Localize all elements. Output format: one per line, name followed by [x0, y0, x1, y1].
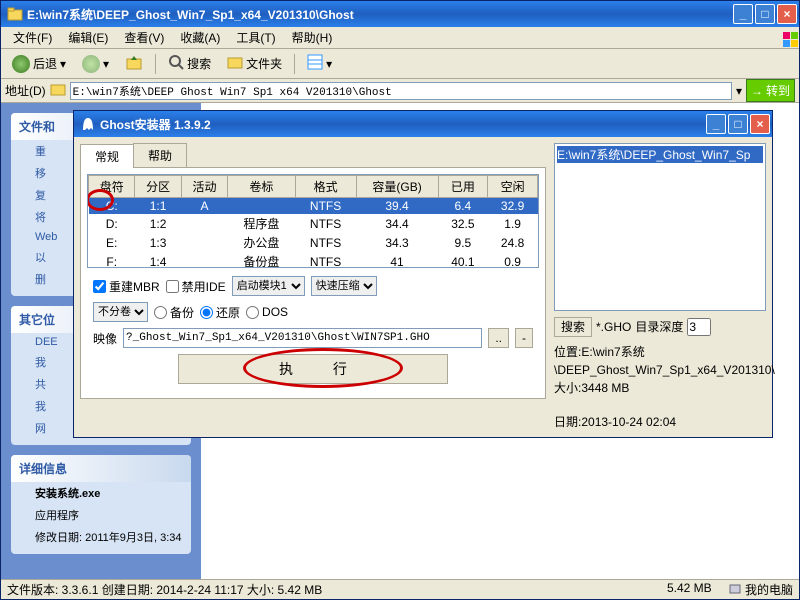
up-button[interactable]: [118, 49, 150, 78]
tab-help[interactable]: 帮助: [133, 143, 187, 167]
table-row[interactable]: F:1:4备份盘NTFS4140.10.9: [89, 252, 538, 268]
search-icon: [168, 54, 184, 73]
back-arrow-icon: [12, 55, 30, 73]
gho-info: 位置:E:\win7系统\DEEP_Ghost_Win7_Sp1_x64_V20…: [554, 343, 766, 432]
separator: [294, 54, 295, 74]
col-cap[interactable]: 容量(GB): [356, 176, 438, 198]
views-icon: [307, 54, 323, 73]
explorer-title: E:\win7系统\DEEP_Ghost_Win7_Sp1_x64_V20131…: [27, 6, 733, 23]
list-item[interactable]: E:\win7系统\DEEP_Ghost_Win7_Sp: [557, 146, 763, 163]
depth-label: 目录深度: [635, 318, 683, 335]
back-label: 后退: [33, 55, 57, 72]
windows-logo-icon: [771, 27, 795, 49]
disk-table[interactable]: 盘符 分区 活动 卷标 格式 容量(GB) 已用 空闲 C:1:1ANTFS39…: [88, 175, 538, 268]
ghost-titlebar[interactable]: Ghost安装器 1.3.9.2 _ □ ×: [74, 111, 772, 137]
ext-label: *.GHO: [596, 320, 631, 334]
col-part[interactable]: 分区: [135, 176, 181, 198]
back-button[interactable]: 后退 ▾: [5, 51, 73, 77]
col-drive[interactable]: 盘符: [89, 176, 135, 198]
folder-icon: [50, 81, 66, 100]
menu-view[interactable]: 查看(V): [116, 27, 172, 48]
ghost-minimize-button[interactable]: _: [706, 114, 726, 134]
select-boot-module[interactable]: 启动模块1: [232, 276, 305, 296]
folders-label: 文件夹: [246, 55, 282, 72]
minimize-button[interactable]: _: [733, 4, 753, 24]
forward-arrow-icon: [82, 55, 100, 73]
checkbox-disable-ide[interactable]: 禁用IDE: [166, 278, 226, 295]
search-gho-button[interactable]: 搜索: [554, 317, 592, 337]
ghost-tabs: 常规 帮助: [80, 143, 546, 168]
maximize-button[interactable]: □: [755, 4, 775, 24]
chevron-down-icon: ▾: [60, 57, 66, 71]
tab-normal[interactable]: 常规: [80, 144, 134, 168]
status-bar: 文件版本: 3.3.6.1 创建日期: 2014-2-24 11:17 大小: …: [1, 579, 799, 599]
close-button[interactable]: ×: [777, 4, 797, 24]
status-size: 5.42 MB: [667, 581, 712, 598]
radio-backup[interactable]: 备份: [154, 304, 194, 321]
menu-bar: 文件(F) 编辑(E) 查看(V) 收藏(A) 工具(T) 帮助(H): [1, 27, 799, 49]
chevron-down-icon[interactable]: ▾: [736, 84, 742, 98]
goto-label: 转到: [766, 82, 790, 99]
table-row[interactable]: E:1:3办公盘NTFS34.39.524.8: [89, 233, 538, 252]
col-format[interactable]: 格式: [295, 176, 356, 198]
ghost-close-button[interactable]: ×: [750, 114, 770, 134]
menu-help[interactable]: 帮助(H): [284, 27, 341, 48]
views-button[interactable]: ▾: [300, 50, 339, 77]
status-left: 文件版本: 3.3.6.1 创建日期: 2014-2-24 11:17 大小: …: [7, 581, 322, 598]
depth-input[interactable]: [687, 318, 711, 336]
detail-name: 安装系统.exe: [11, 482, 191, 504]
table-row[interactable]: C:1:1ANTFS39.46.432.9: [89, 198, 538, 215]
menu-file[interactable]: 文件(F): [5, 27, 60, 48]
select-compress[interactable]: 快速压缩: [311, 276, 377, 296]
details-header[interactable]: 详细信息: [11, 455, 191, 482]
col-active[interactable]: 活动: [181, 176, 227, 198]
detail-mod: 修改日期: 2011年9月3日, 3:34: [11, 526, 191, 548]
details-panel: 详细信息 安装系统.exe 应用程序 修改日期: 2011年9月3日, 3:34: [11, 455, 191, 554]
folder-icon: [227, 54, 243, 73]
explorer-titlebar[interactable]: E:\win7系统\DEEP_Ghost_Win7_Sp1_x64_V20131…: [1, 1, 799, 27]
folder-icon: [7, 6, 23, 22]
browse-button[interactable]: ..: [488, 328, 509, 348]
image-path-input[interactable]: [123, 328, 482, 348]
search-button[interactable]: 搜索: [161, 50, 218, 77]
goto-arrow-icon: →: [751, 84, 763, 98]
menu-edit[interactable]: 编辑(E): [60, 27, 116, 48]
col-free[interactable]: 空闲: [488, 176, 538, 198]
ghost-maximize-button[interactable]: □: [728, 114, 748, 134]
table-row[interactable]: D:1:2程序盘NTFS34.432.51.9: [89, 214, 538, 233]
chevron-down-icon: ▾: [103, 57, 109, 71]
col-label[interactable]: 卷标: [228, 176, 295, 198]
gho-list[interactable]: E:\win7系统\DEEP_Ghost_Win7_Sp: [554, 143, 766, 311]
folders-button[interactable]: 文件夹: [220, 50, 289, 77]
address-label: 地址(D): [5, 82, 46, 99]
status-location: 我的电脑: [728, 581, 793, 598]
col-used[interactable]: 已用: [438, 176, 488, 198]
chevron-down-icon: ▾: [326, 57, 332, 71]
checkbox-rebuild-mbr[interactable]: 重建MBR: [93, 278, 160, 295]
detail-type: 应用程序: [11, 504, 191, 526]
minus-button[interactable]: -: [515, 328, 533, 348]
select-split[interactable]: 不分卷: [93, 302, 148, 322]
ghost-title: Ghost安装器 1.3.9.2: [100, 116, 706, 133]
tab-content: 盘符 分区 活动 卷标 格式 容量(GB) 已用 空闲 C:1:1ANTFS39…: [80, 168, 546, 399]
radio-restore[interactable]: 还原: [200, 304, 240, 321]
address-bar: 地址(D) ▾ → 转到: [1, 79, 799, 103]
ghost-icon: [80, 116, 96, 132]
ghost-installer-dialog: Ghost安装器 1.3.9.2 _ □ × 常规 帮助 盘符 分区 活动: [73, 110, 773, 438]
search-label: 搜索: [187, 55, 211, 72]
forward-button[interactable]: ▾: [75, 51, 116, 77]
image-label: 映像: [93, 330, 117, 347]
radio-dos[interactable]: DOS: [246, 305, 288, 319]
execute-button[interactable]: 执 行: [178, 354, 448, 384]
address-input[interactable]: [70, 82, 732, 100]
separator: [155, 54, 156, 74]
menu-fav[interactable]: 收藏(A): [172, 27, 228, 48]
menu-tools[interactable]: 工具(T): [228, 27, 283, 48]
toolbar: 后退 ▾ ▾ 搜索 文件夹 ▾: [1, 49, 799, 79]
goto-button[interactable]: → 转到: [746, 79, 795, 102]
folder-up-icon: [125, 53, 143, 74]
